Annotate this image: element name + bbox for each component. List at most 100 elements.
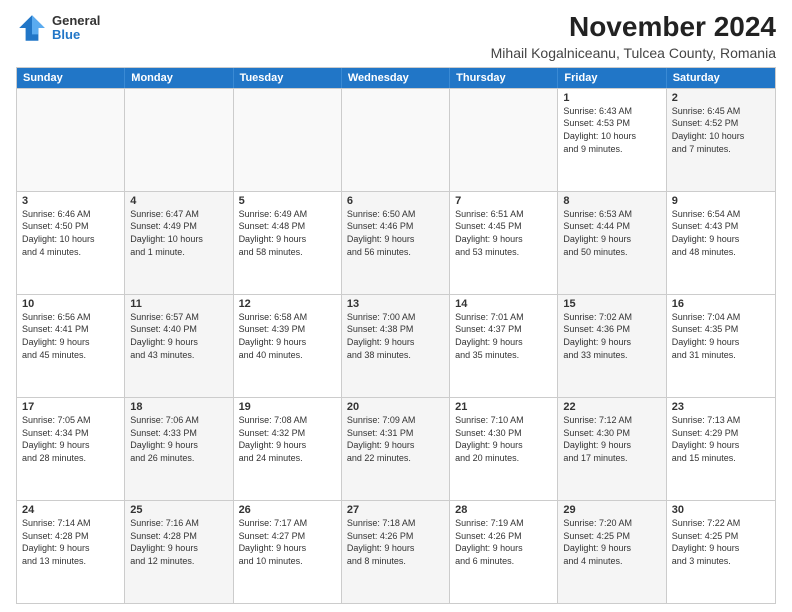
day-cell: 14Sunrise: 7:01 AM Sunset: 4:37 PM Dayli… bbox=[450, 295, 558, 397]
col-header-sunday: Sunday bbox=[17, 68, 125, 88]
day-info: Sunrise: 6:53 AM Sunset: 4:44 PM Dayligh… bbox=[563, 208, 660, 258]
day-number: 1 bbox=[563, 92, 660, 104]
day-number: 15 bbox=[563, 298, 660, 310]
day-number: 13 bbox=[347, 298, 444, 310]
week-row-2: 3Sunrise: 6:46 AM Sunset: 4:50 PM Daylig… bbox=[17, 191, 775, 294]
day-number: 14 bbox=[455, 298, 552, 310]
day-number: 8 bbox=[563, 195, 660, 207]
day-info: Sunrise: 7:09 AM Sunset: 4:31 PM Dayligh… bbox=[347, 414, 444, 464]
day-number: 29 bbox=[563, 504, 660, 516]
day-number: 4 bbox=[130, 195, 227, 207]
day-info: Sunrise: 7:19 AM Sunset: 4:26 PM Dayligh… bbox=[455, 517, 552, 567]
day-number: 22 bbox=[563, 401, 660, 413]
calendar: SundayMondayTuesdayWednesdayThursdayFrid… bbox=[16, 67, 776, 604]
col-header-thursday: Thursday bbox=[450, 68, 558, 88]
day-number: 16 bbox=[672, 298, 770, 310]
subtitle: Mihail Kogalniceanu, Tulcea County, Roma… bbox=[491, 45, 776, 61]
day-info: Sunrise: 7:01 AM Sunset: 4:37 PM Dayligh… bbox=[455, 311, 552, 361]
day-info: Sunrise: 7:05 AM Sunset: 4:34 PM Dayligh… bbox=[22, 414, 119, 464]
week-row-5: 24Sunrise: 7:14 AM Sunset: 4:28 PM Dayli… bbox=[17, 500, 775, 603]
day-info: Sunrise: 6:46 AM Sunset: 4:50 PM Dayligh… bbox=[22, 208, 119, 258]
day-cell: 16Sunrise: 7:04 AM Sunset: 4:35 PM Dayli… bbox=[667, 295, 775, 397]
day-info: Sunrise: 6:58 AM Sunset: 4:39 PM Dayligh… bbox=[239, 311, 336, 361]
day-cell: 17Sunrise: 7:05 AM Sunset: 4:34 PM Dayli… bbox=[17, 398, 125, 500]
day-cell: 20Sunrise: 7:09 AM Sunset: 4:31 PM Dayli… bbox=[342, 398, 450, 500]
day-number: 3 bbox=[22, 195, 119, 207]
day-number: 11 bbox=[130, 298, 227, 310]
day-cell: 2Sunrise: 6:45 AM Sunset: 4:52 PM Daylig… bbox=[667, 89, 775, 191]
day-info: Sunrise: 6:43 AM Sunset: 4:53 PM Dayligh… bbox=[563, 105, 660, 155]
day-cell: 23Sunrise: 7:13 AM Sunset: 4:29 PM Dayli… bbox=[667, 398, 775, 500]
day-info: Sunrise: 7:18 AM Sunset: 4:26 PM Dayligh… bbox=[347, 517, 444, 567]
day-info: Sunrise: 6:54 AM Sunset: 4:43 PM Dayligh… bbox=[672, 208, 770, 258]
day-info: Sunrise: 6:49 AM Sunset: 4:48 PM Dayligh… bbox=[239, 208, 336, 258]
day-info: Sunrise: 6:47 AM Sunset: 4:49 PM Dayligh… bbox=[130, 208, 227, 258]
day-number: 12 bbox=[239, 298, 336, 310]
day-number: 20 bbox=[347, 401, 444, 413]
week-row-3: 10Sunrise: 6:56 AM Sunset: 4:41 PM Dayli… bbox=[17, 294, 775, 397]
day-cell bbox=[450, 89, 558, 191]
day-info: Sunrise: 7:16 AM Sunset: 4:28 PM Dayligh… bbox=[130, 517, 227, 567]
logo-icon bbox=[16, 12, 48, 44]
day-number: 9 bbox=[672, 195, 770, 207]
day-cell: 11Sunrise: 6:57 AM Sunset: 4:40 PM Dayli… bbox=[125, 295, 233, 397]
day-cell: 9Sunrise: 6:54 AM Sunset: 4:43 PM Daylig… bbox=[667, 192, 775, 294]
day-number: 23 bbox=[672, 401, 770, 413]
day-info: Sunrise: 7:12 AM Sunset: 4:30 PM Dayligh… bbox=[563, 414, 660, 464]
day-info: Sunrise: 7:04 AM Sunset: 4:35 PM Dayligh… bbox=[672, 311, 770, 361]
day-cell: 28Sunrise: 7:19 AM Sunset: 4:26 PM Dayli… bbox=[450, 501, 558, 603]
day-info: Sunrise: 7:14 AM Sunset: 4:28 PM Dayligh… bbox=[22, 517, 119, 567]
day-cell: 3Sunrise: 6:46 AM Sunset: 4:50 PM Daylig… bbox=[17, 192, 125, 294]
day-number: 26 bbox=[239, 504, 336, 516]
header: General Blue November 2024 Mihail Kogaln… bbox=[16, 12, 776, 61]
day-cell: 10Sunrise: 6:56 AM Sunset: 4:41 PM Dayli… bbox=[17, 295, 125, 397]
day-cell: 30Sunrise: 7:22 AM Sunset: 4:25 PM Dayli… bbox=[667, 501, 775, 603]
logo-text: General Blue bbox=[52, 14, 100, 43]
day-info: Sunrise: 6:45 AM Sunset: 4:52 PM Dayligh… bbox=[672, 105, 770, 155]
day-cell: 26Sunrise: 7:17 AM Sunset: 4:27 PM Dayli… bbox=[234, 501, 342, 603]
logo-blue-text: Blue bbox=[52, 28, 100, 42]
day-cell bbox=[342, 89, 450, 191]
page: General Blue November 2024 Mihail Kogaln… bbox=[0, 0, 792, 612]
day-number: 10 bbox=[22, 298, 119, 310]
day-number: 24 bbox=[22, 504, 119, 516]
day-number: 25 bbox=[130, 504, 227, 516]
day-cell: 29Sunrise: 7:20 AM Sunset: 4:25 PM Dayli… bbox=[558, 501, 666, 603]
day-info: Sunrise: 7:06 AM Sunset: 4:33 PM Dayligh… bbox=[130, 414, 227, 464]
day-cell: 21Sunrise: 7:10 AM Sunset: 4:30 PM Dayli… bbox=[450, 398, 558, 500]
day-info: Sunrise: 7:17 AM Sunset: 4:27 PM Dayligh… bbox=[239, 517, 336, 567]
col-header-friday: Friday bbox=[558, 68, 666, 88]
day-info: Sunrise: 7:10 AM Sunset: 4:30 PM Dayligh… bbox=[455, 414, 552, 464]
day-number: 30 bbox=[672, 504, 770, 516]
col-header-tuesday: Tuesday bbox=[234, 68, 342, 88]
day-cell: 22Sunrise: 7:12 AM Sunset: 4:30 PM Dayli… bbox=[558, 398, 666, 500]
main-title: November 2024 bbox=[491, 12, 776, 43]
day-info: Sunrise: 7:02 AM Sunset: 4:36 PM Dayligh… bbox=[563, 311, 660, 361]
day-number: 28 bbox=[455, 504, 552, 516]
col-header-wednesday: Wednesday bbox=[342, 68, 450, 88]
day-info: Sunrise: 7:20 AM Sunset: 4:25 PM Dayligh… bbox=[563, 517, 660, 567]
logo: General Blue bbox=[16, 12, 100, 44]
day-cell: 27Sunrise: 7:18 AM Sunset: 4:26 PM Dayli… bbox=[342, 501, 450, 603]
day-number: 17 bbox=[22, 401, 119, 413]
day-number: 19 bbox=[239, 401, 336, 413]
day-number: 7 bbox=[455, 195, 552, 207]
day-cell: 4Sunrise: 6:47 AM Sunset: 4:49 PM Daylig… bbox=[125, 192, 233, 294]
day-cell: 7Sunrise: 6:51 AM Sunset: 4:45 PM Daylig… bbox=[450, 192, 558, 294]
day-info: Sunrise: 7:22 AM Sunset: 4:25 PM Dayligh… bbox=[672, 517, 770, 567]
day-number: 18 bbox=[130, 401, 227, 413]
day-info: Sunrise: 6:50 AM Sunset: 4:46 PM Dayligh… bbox=[347, 208, 444, 258]
day-cell: 12Sunrise: 6:58 AM Sunset: 4:39 PM Dayli… bbox=[234, 295, 342, 397]
day-number: 6 bbox=[347, 195, 444, 207]
column-headers: SundayMondayTuesdayWednesdayThursdayFrid… bbox=[17, 68, 775, 88]
logo-general-text: General bbox=[52, 14, 100, 28]
day-info: Sunrise: 7:00 AM Sunset: 4:38 PM Dayligh… bbox=[347, 311, 444, 361]
day-cell: 24Sunrise: 7:14 AM Sunset: 4:28 PM Dayli… bbox=[17, 501, 125, 603]
day-cell: 19Sunrise: 7:08 AM Sunset: 4:32 PM Dayli… bbox=[234, 398, 342, 500]
col-header-saturday: Saturday bbox=[667, 68, 775, 88]
day-cell: 1Sunrise: 6:43 AM Sunset: 4:53 PM Daylig… bbox=[558, 89, 666, 191]
day-cell: 13Sunrise: 7:00 AM Sunset: 4:38 PM Dayli… bbox=[342, 295, 450, 397]
week-row-4: 17Sunrise: 7:05 AM Sunset: 4:34 PM Dayli… bbox=[17, 397, 775, 500]
day-info: Sunrise: 7:08 AM Sunset: 4:32 PM Dayligh… bbox=[239, 414, 336, 464]
day-number: 2 bbox=[672, 92, 770, 104]
